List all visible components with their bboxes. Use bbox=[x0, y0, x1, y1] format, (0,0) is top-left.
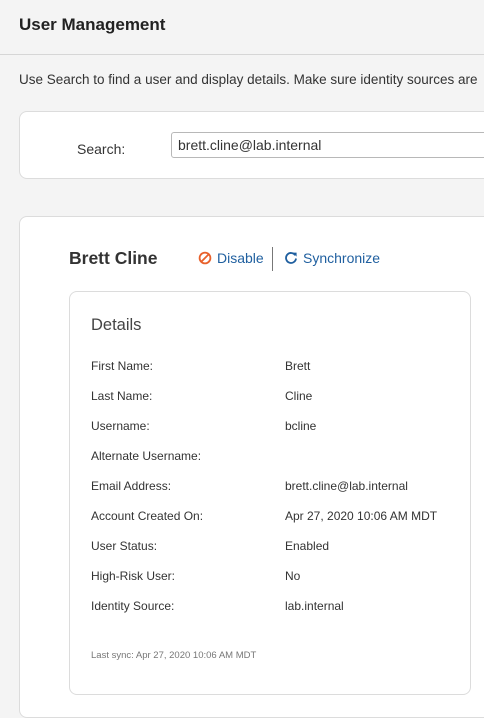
synchronize-label: Synchronize bbox=[303, 250, 381, 266]
detail-value: bcline bbox=[285, 419, 317, 433]
detail-label: Last Name: bbox=[91, 389, 153, 403]
synchronize-button[interactable]: Synchronize bbox=[284, 250, 380, 266]
last-sync-text: Last sync: Apr 27, 2020 10:06 AM MDT bbox=[91, 650, 257, 661]
details-title: Details bbox=[91, 316, 142, 334]
disable-icon bbox=[198, 251, 212, 265]
detail-value: lab.internal bbox=[285, 599, 344, 613]
search-input[interactable] bbox=[171, 132, 484, 158]
detail-row-high-risk: High-Risk User: No bbox=[91, 569, 461, 585]
search-card: Search: bbox=[19, 111, 484, 179]
detail-label: Username: bbox=[91, 419, 150, 433]
detail-label: Email Address: bbox=[91, 479, 172, 493]
detail-value: Apr 27, 2020 10:06 AM MDT bbox=[285, 509, 438, 523]
intro-text: Use Search to find a user and display de… bbox=[19, 72, 478, 87]
refresh-icon bbox=[285, 252, 297, 264]
detail-label: Identity Source: bbox=[91, 599, 175, 613]
user-details-card: Brett Cline Disable Synchronize Details … bbox=[19, 216, 484, 718]
detail-label: User Status: bbox=[91, 539, 158, 553]
detail-row-last-name: Last Name: Cline bbox=[91, 389, 461, 405]
detail-value: brett.cline@lab.internal bbox=[285, 479, 408, 493]
page-header: User Management bbox=[0, 0, 484, 55]
detail-label: First Name: bbox=[91, 359, 154, 373]
disable-button[interactable]: Disable bbox=[198, 250, 264, 266]
search-label: Search: bbox=[77, 141, 126, 157]
detail-value: Brett bbox=[285, 359, 311, 373]
detail-value: No bbox=[285, 569, 301, 583]
detail-row-first-name: First Name: Brett bbox=[91, 359, 461, 375]
user-name: Brett Cline bbox=[69, 248, 158, 268]
detail-row-identity-source: Identity Source: lab.internal bbox=[91, 599, 461, 615]
detail-value: Cline bbox=[285, 389, 313, 403]
disable-label: Disable bbox=[217, 250, 264, 266]
action-divider bbox=[272, 247, 273, 271]
detail-label: Account Created On: bbox=[91, 509, 204, 523]
details-panel: Details First Name: Brett Last Name: Cli… bbox=[69, 291, 471, 695]
page-title: User Management bbox=[19, 15, 166, 34]
detail-row-created-on: Account Created On: Apr 27, 2020 10:06 A… bbox=[91, 509, 461, 525]
detail-row-alternate-username: Alternate Username: bbox=[91, 449, 461, 465]
detail-label: Alternate Username: bbox=[91, 449, 202, 463]
detail-label: High-Risk User: bbox=[91, 569, 176, 583]
detail-row-username: Username: bcline bbox=[91, 419, 461, 435]
detail-row-user-status: User Status: Enabled bbox=[91, 539, 461, 555]
detail-value: Enabled bbox=[285, 539, 330, 553]
detail-row-email: Email Address: brett.cline@lab.internal bbox=[91, 479, 461, 495]
